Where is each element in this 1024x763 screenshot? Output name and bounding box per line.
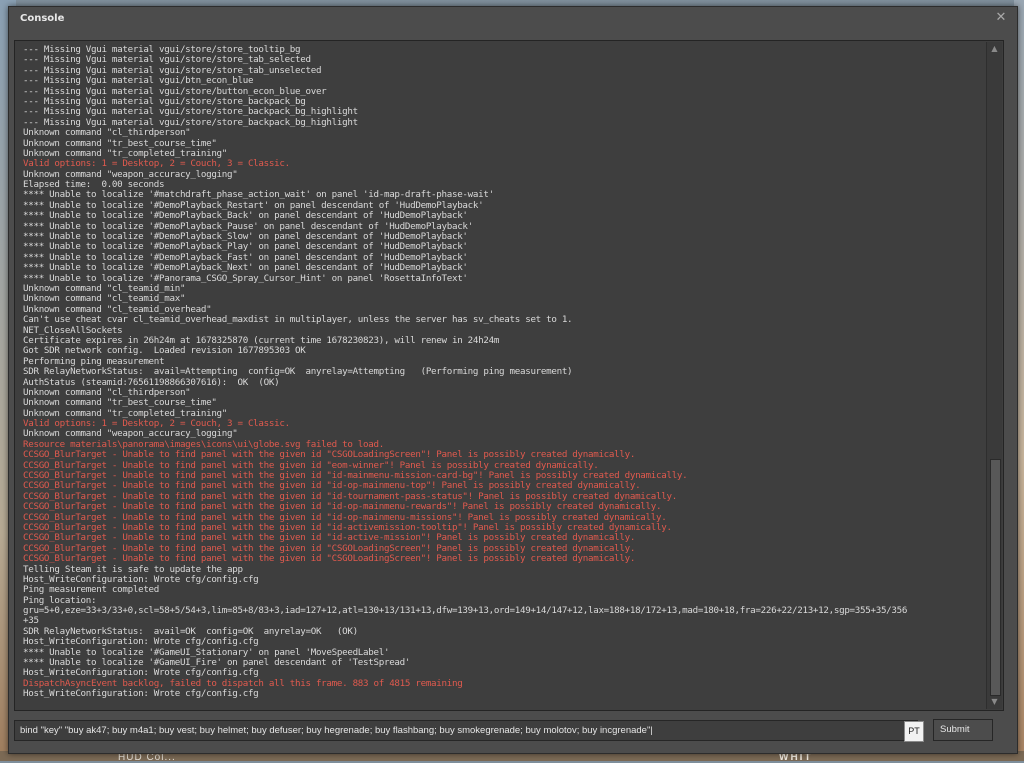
title-bar[interactable]: Console ✕ xyxy=(9,7,1017,31)
console-line: Ping measurement completed xyxy=(23,584,160,596)
console-line: Got SDR network config. Loaded revision … xyxy=(23,345,306,357)
submit-button[interactable]: Submit xyxy=(933,719,993,741)
console-line: SDR RelayNetworkStatus: avail=Attempting… xyxy=(23,366,573,378)
command-input-container[interactable]: bind "key" "buy ak47; buy m4a1; buy vest… xyxy=(14,720,918,741)
command-input[interactable]: bind "key" "buy ak47; buy m4a1; buy vest… xyxy=(20,725,900,738)
console-error-line: CCSGO_BlurTarget - Unable to find panel … xyxy=(23,553,636,565)
console-line: Unknown command "cl_thirdperson" xyxy=(23,127,191,139)
console-line: Host_WriteConfiguration: Wrote cfg/confi… xyxy=(23,688,259,700)
console-line: --- Missing Vgui material vgui/btn_econ_… xyxy=(23,75,254,87)
console-log: --- Missing Vgui material vgui/store/sto… xyxy=(23,44,983,700)
window-title: Console xyxy=(20,13,65,24)
console-line: gru=5+0,eze=33+3/33+0,scl=58+5/54+3,lim=… xyxy=(23,605,908,617)
console-window: Console ✕ --- Missing Vgui material vgui… xyxy=(8,6,1018,754)
console-line: Can't use cheat cvar cl_teamid_overhead_… xyxy=(23,314,573,326)
scrollbar-thumb[interactable] xyxy=(990,459,1001,696)
scrollbar[interactable]: ▲ ▼ xyxy=(986,42,1002,709)
scroll-up-arrow-icon[interactable]: ▲ xyxy=(987,42,1002,56)
console-line: Unknown command "weapon_accuracy_logging… xyxy=(23,168,238,180)
console-line: Host_WriteConfiguration: Wrote cfg/confi… xyxy=(23,573,259,585)
close-icon[interactable]: ✕ xyxy=(994,10,1008,26)
ime-language-indicator: PT xyxy=(904,721,924,742)
scroll-down-arrow-icon[interactable]: ▼ xyxy=(987,695,1002,709)
console-output[interactable]: --- Missing Vgui material vgui/store/sto… xyxy=(14,40,1004,711)
